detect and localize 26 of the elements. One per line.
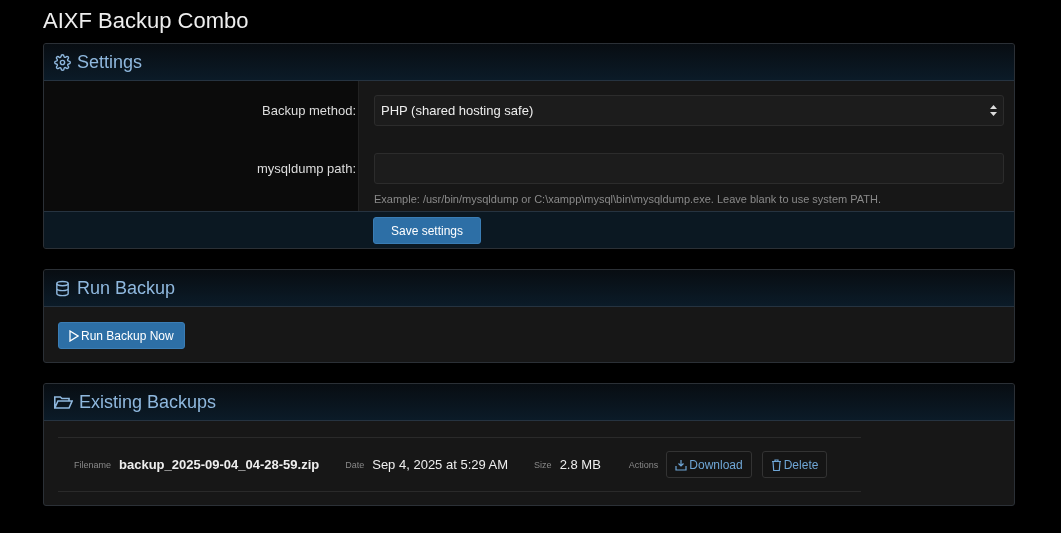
- help-text: Example: /usr/bin/mysqldump or C:\xampp\mysql\bin\mysqldump.exe. Leave blank to use system PATH.: [374, 193, 882, 205]
- download-button[interactable]: Download: [666, 451, 752, 478]
- trash-icon: [770, 458, 782, 471]
- gear-icon: [54, 53, 71, 71]
- panel-title: Run Backup: [77, 277, 176, 299]
- folder-icon: [54, 394, 73, 410]
- backup-method-select[interactable]: PHP (shared hosting safe): [374, 95, 1004, 126]
- download-icon: [675, 458, 688, 471]
- save-settings-button[interactable]: Save settings: [373, 217, 481, 244]
- size-text: 2.8 MB: [559, 457, 601, 472]
- column-label: Filename: [74, 459, 111, 470]
- delete-button[interactable]: Delete: [761, 451, 828, 478]
- column-label: Date: [345, 459, 365, 470]
- database-icon: [54, 279, 71, 297]
- play-icon: [69, 329, 79, 342]
- sort-caret-icon: [990, 105, 997, 116]
- run-backup-button[interactable]: Run Backup Now: [58, 322, 185, 349]
- filename-text: backup_2025-09-04_04-28-59.zip: [119, 457, 320, 472]
- field-label: mysqldump path:: [256, 160, 356, 176]
- date-text: Sep 4, 2025 at 5:29 AM: [372, 457, 509, 472]
- page-title: AIXF Backup Combo: [43, 7, 250, 35]
- panel-title: Settings: [77, 51, 143, 73]
- panel-title: Existing Backups: [79, 391, 217, 413]
- column-label: Size: [534, 459, 552, 470]
- column-label: Actions: [628, 459, 659, 470]
- field-label: Backup method:: [261, 102, 356, 118]
